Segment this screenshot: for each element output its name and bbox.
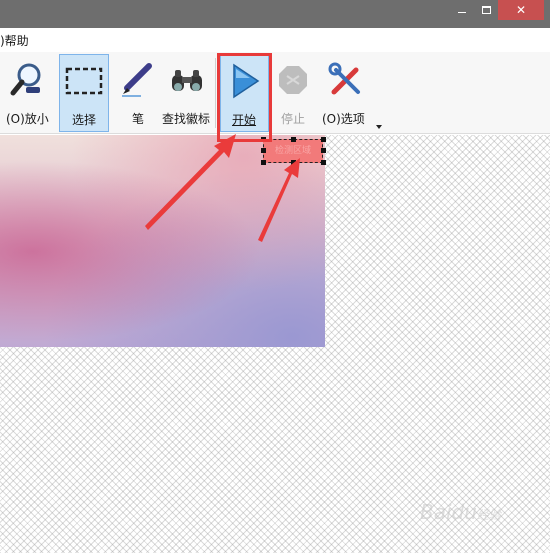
watermark-subtext: 经验	[476, 508, 501, 522]
watermark: Baidu经验	[420, 500, 501, 524]
watermark-text: Baidu	[420, 500, 477, 524]
annotation-arrows	[145, 134, 300, 242]
